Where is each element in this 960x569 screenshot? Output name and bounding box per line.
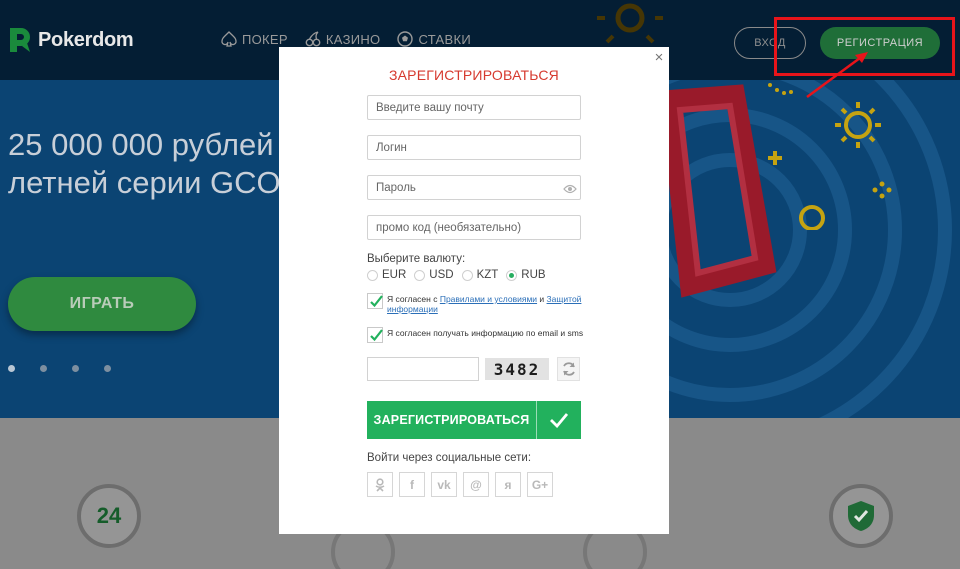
registration-modal: × ЗАРЕГИСТРИРОВАТЬСЯ Выберите валюту: EU… (279, 47, 669, 534)
submit-label: ЗАРЕГИСТРИРОВАТЬСЯ (373, 413, 530, 427)
refresh-icon (562, 362, 575, 376)
logo[interactable]: Pokerdom (8, 26, 134, 54)
soccer-ball-icon (396, 30, 414, 48)
main-nav: ПОКЕР КАЗИНО СТАВКИ (220, 30, 471, 48)
carousel-dot[interactable] (104, 365, 111, 372)
submit-register-button[interactable]: ЗАРЕГИСТРИРОВАТЬСЯ (367, 401, 581, 439)
nav-poker[interactable]: ПОКЕР (220, 30, 288, 48)
currency-label: Выберите валюту: (367, 253, 466, 265)
play-button[interactable]: ИГРАТЬ (8, 277, 196, 331)
terms-rules-link[interactable]: Правилами и условиями (440, 294, 537, 304)
currency-label-usd: USD (429, 269, 454, 281)
carousel-dots (8, 365, 111, 372)
currency-label-kzt: KZT (476, 269, 499, 281)
currency-label-rub: RUB (521, 269, 546, 281)
password-field[interactable] (367, 175, 581, 200)
cherries-icon (304, 30, 322, 48)
newsletter-agreement: Я согласен получать информацию по email … (367, 327, 587, 343)
nav-casino[interactable]: КАЗИНО (304, 30, 381, 48)
checkmark-icon (536, 401, 581, 439)
yandex-icon[interactable]: я (495, 472, 521, 497)
currency-eur[interactable]: EUR (367, 269, 406, 281)
support-24-badge: 24 (77, 484, 141, 548)
modal-title: ЗАРЕГИСТРИРОВАТЬСЯ (388, 67, 559, 83)
nav-poker-label: ПОКЕР (242, 31, 288, 47)
promo-code-field[interactable] (367, 215, 581, 240)
currency-rub[interactable]: RUB (506, 269, 546, 281)
terms-checkbox[interactable] (367, 293, 383, 309)
login-field[interactable] (367, 135, 581, 160)
nav-bets[interactable]: СТАВКИ (396, 30, 471, 48)
captcha-image: 3482 (485, 358, 549, 380)
highlight-box (774, 17, 955, 76)
facebook-icon[interactable]: f (399, 472, 425, 497)
currency-radio-group: EUR USD KZT RUB (367, 269, 546, 281)
terms-agreement: Я согласен с Правилами и условиями и Защ… (367, 293, 587, 314)
captcha-refresh-button[interactable] (557, 357, 580, 381)
radio-button[interactable] (367, 269, 378, 281)
newsletter-checkbox[interactable] (367, 327, 383, 343)
social-login-buttons: f vk @ я G+ (367, 472, 553, 497)
logo-text: Pokerdom (38, 28, 134, 51)
security-shield-icon (829, 484, 893, 548)
radio-button[interactable] (414, 269, 426, 281)
captcha-input[interactable] (367, 357, 479, 381)
eye-icon[interactable] (563, 181, 577, 194)
hero-title: 25 000 000 рублей в летней серии GCOO (8, 127, 305, 200)
checkmark-icon (370, 295, 383, 308)
google-plus-icon[interactable]: G+ (527, 472, 553, 497)
close-icon[interactable]: × (652, 50, 666, 65)
radio-button-selected[interactable] (506, 269, 518, 281)
nav-casino-label: КАЗИНО (325, 31, 381, 47)
currency-label-eur: EUR (382, 269, 407, 281)
nav-bets-label: СТАВКИ (418, 31, 471, 47)
spade-icon (220, 30, 238, 48)
newsletter-text: Я согласен получать информацию по email … (387, 328, 584, 338)
terms-text: Я согласен с Правилами и условиями и Защ… (387, 293, 587, 314)
checkmark-icon (370, 329, 383, 342)
currency-usd[interactable]: USD (414, 269, 454, 281)
carousel-dot[interactable] (72, 365, 79, 372)
currency-kzt[interactable]: KZT (461, 269, 499, 281)
radio-button[interactable] (461, 269, 473, 281)
terms-prefix: Я согласен с (387, 294, 440, 304)
social-login-label: Войти через социальные сети: (367, 452, 532, 464)
vkontakte-icon[interactable]: vk (431, 472, 457, 497)
carousel-dot[interactable] (8, 365, 15, 372)
pokerdom-logo-icon (8, 26, 32, 54)
odnoklassniki-icon[interactable] (367, 472, 393, 497)
carousel-dot[interactable] (40, 365, 47, 372)
email-field[interactable] (367, 95, 581, 120)
mail-ru-icon[interactable]: @ (463, 472, 489, 497)
terms-middle: и (537, 294, 547, 304)
